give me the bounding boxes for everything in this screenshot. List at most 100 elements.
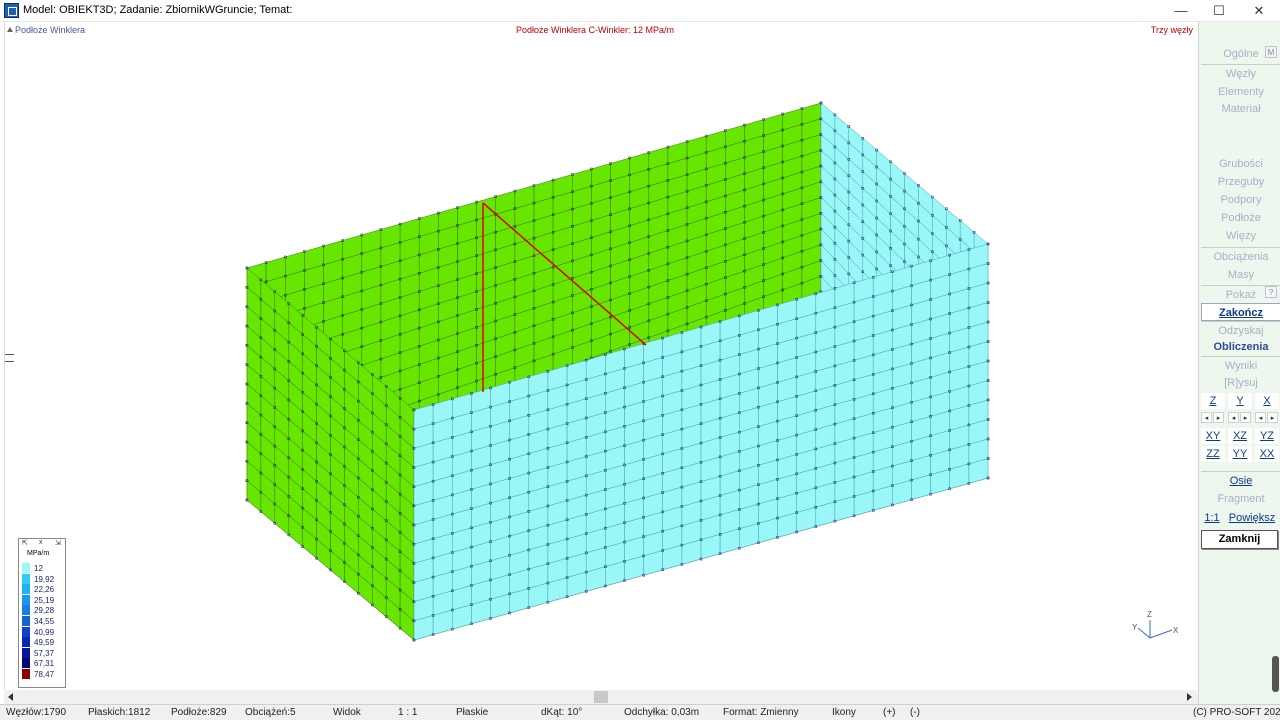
menu-constraints[interactable]: Więzy (1201, 227, 1280, 245)
scale-one-button[interactable]: 1:1 (1201, 510, 1223, 526)
view-yz-button[interactable]: YZ (1255, 428, 1279, 444)
menu-foundation[interactable]: Podłoże (1201, 209, 1280, 227)
command-panel: Ogólne M Węzły Elementy Materiał Grubośc… (1198, 22, 1280, 704)
legend-row: 25,19 (22, 594, 66, 605)
legend-swatch (22, 605, 30, 616)
menu-show-help[interactable]: ? (1265, 286, 1277, 298)
vertical-scrollbar-thumb[interactable] (1272, 656, 1279, 692)
close-window-button[interactable]: ✕ (1240, 0, 1278, 22)
legend-swatch (22, 637, 30, 648)
status-zoom-in[interactable]: (+) (883, 707, 896, 718)
legend-swatch (22, 669, 30, 679)
status-scale[interactable]: 1 : 1 (398, 707, 417, 718)
menu-masses[interactable]: Masy (1201, 266, 1280, 284)
finish-button[interactable]: Zakończ (1201, 303, 1280, 321)
rotate-right-icon[interactable]: ▸ (1267, 412, 1278, 423)
menu-general-tag[interactable]: M (1265, 46, 1277, 58)
legend-row: 19,92 (22, 573, 66, 584)
minimize-button[interactable]: — (1162, 0, 1200, 22)
legend-swatch (22, 573, 30, 584)
status-deviation[interactable]: Odchyłka: 0,03m (624, 707, 699, 718)
legend-value: 49,59 (34, 638, 55, 648)
selection-mode-label: Trzy węzły (1150, 25, 1193, 35)
legend-value: 22,26 (34, 585, 55, 595)
view-xy-button[interactable]: XY (1201, 428, 1225, 444)
legend-close-icon[interactable]: x (39, 539, 43, 546)
menu-loads[interactable]: Obciążenia (1201, 247, 1280, 265)
status-plates: Płaskich:1812 (88, 707, 151, 718)
status-zoom-out[interactable]: (-) (910, 707, 920, 718)
legend-swatch (22, 647, 30, 658)
app-icon (4, 3, 19, 18)
legend-swatch (22, 594, 30, 605)
fragment-button[interactable]: Fragment (1201, 490, 1280, 508)
close-button[interactable]: Zamknij (1201, 530, 1278, 549)
splitter-handle[interactable] (5, 354, 14, 362)
menu-material[interactable]: Materiał (1201, 100, 1280, 118)
menu-recover[interactable]: Odzyskaj (1201, 321, 1280, 339)
legend-value: 40,99 (34, 627, 55, 637)
legend-value: 57,37 (34, 648, 55, 658)
menu-draw[interactable]: [R]ysuj (1201, 374, 1280, 392)
legend-value: 67,31 (34, 659, 55, 669)
legend-value: 19,92 (34, 574, 55, 584)
legend-row: 40,99 (22, 626, 66, 637)
legend-row: 67,31 (22, 658, 66, 669)
model-viewport[interactable]: Podłoże Winklera Podłoże Winklera C-Wink… (4, 22, 1198, 690)
legend-swatch (22, 626, 30, 637)
legend-value: 34,55 (34, 617, 55, 626)
menu-calculations[interactable]: Obliczenia (1201, 338, 1280, 356)
rotate-right-icon[interactable]: ▸ (1213, 412, 1224, 423)
application-window: Model: OBIEKT3D; Zadanie: ZbiornikWGrunc… (0, 0, 1280, 720)
collapse-arrow-icon[interactable] (7, 27, 13, 32)
maximize-button[interactable]: ☐ (1200, 0, 1238, 22)
rotate-left-icon[interactable]: ◂ (1255, 412, 1266, 423)
title-bar: Model: OBIEKT3D; Zadanie: ZbiornikWGrunc… (0, 0, 1280, 22)
menu-supports[interactable]: Podpory (1201, 191, 1280, 209)
menu-hinges[interactable]: Przeguby (1201, 173, 1280, 191)
rotate-left-icon[interactable]: ◂ (1201, 412, 1212, 423)
view-zz-button[interactable]: ZZ (1201, 446, 1225, 462)
axis-triad: Z Y X (1130, 610, 1180, 650)
legend-row: 29,28 (22, 605, 66, 616)
menu-elements[interactable]: Elementy (1201, 83, 1280, 101)
status-flat[interactable]: Płaskie (456, 707, 488, 718)
view-x-button[interactable]: X (1255, 393, 1279, 409)
legend-unit: MPa/m (27, 550, 50, 557)
view-label: Podłoże Winklera (15, 25, 86, 35)
menu-nodes[interactable]: Węzły (1201, 64, 1280, 82)
legend-value: 78,47 (34, 670, 55, 679)
rotate-right-icon[interactable]: ▸ (1240, 412, 1251, 423)
view-z-button[interactable]: Z (1201, 393, 1225, 409)
scroll-right-icon[interactable] (1187, 693, 1192, 701)
view-xz-button[interactable]: XZ (1228, 428, 1252, 444)
legend-value: 25,19 (34, 595, 55, 605)
scroll-left-icon[interactable] (8, 693, 13, 701)
axes-button[interactable]: Osie (1201, 471, 1280, 489)
scroll-thumb[interactable] (594, 691, 608, 703)
status-view[interactable]: Widok (333, 707, 361, 718)
status-loads: Obciążeń:5 (245, 707, 296, 718)
view-xx-button[interactable]: XX (1255, 446, 1279, 462)
legend-value: 12 (34, 564, 43, 573)
menu-thickness[interactable]: Grubości (1201, 155, 1280, 173)
legend-row: 57,37 (22, 647, 66, 658)
legend-expand-icon[interactable]: ⇱ (22, 539, 28, 547)
view-y-button[interactable]: Y (1228, 393, 1252, 409)
viewport-title: Podłoże Winklera C-Winkler: 12 MPa/m (516, 25, 675, 35)
status-format[interactable]: Format: Zmienny (723, 707, 799, 718)
legend-row: 49,59 (22, 637, 66, 648)
model-3d-view[interactable] (5, 22, 1199, 690)
view-yy-button[interactable]: YY (1228, 446, 1252, 462)
menu-results[interactable]: Wyniki (1201, 356, 1280, 374)
status-icons[interactable]: Ikony (832, 707, 856, 718)
legend-row: 12 (22, 563, 66, 573)
legend-row: 78,47 (22, 669, 66, 679)
legend-resize-icon[interactable]: ⇲ (55, 539, 61, 547)
zoom-button[interactable]: Powiększ (1225, 510, 1279, 526)
horizontal-scrollbar[interactable] (4, 690, 1198, 704)
axis-x-label: X (1173, 626, 1179, 635)
status-angle[interactable]: dKąt: 10° (541, 707, 582, 718)
rotate-left-icon[interactable]: ◂ (1228, 412, 1239, 423)
color-legend[interactable]: ⇱ x ⇲ MPa/m 12 19,92 22,26 25,19 29,28 34,55 4… (18, 538, 66, 688)
